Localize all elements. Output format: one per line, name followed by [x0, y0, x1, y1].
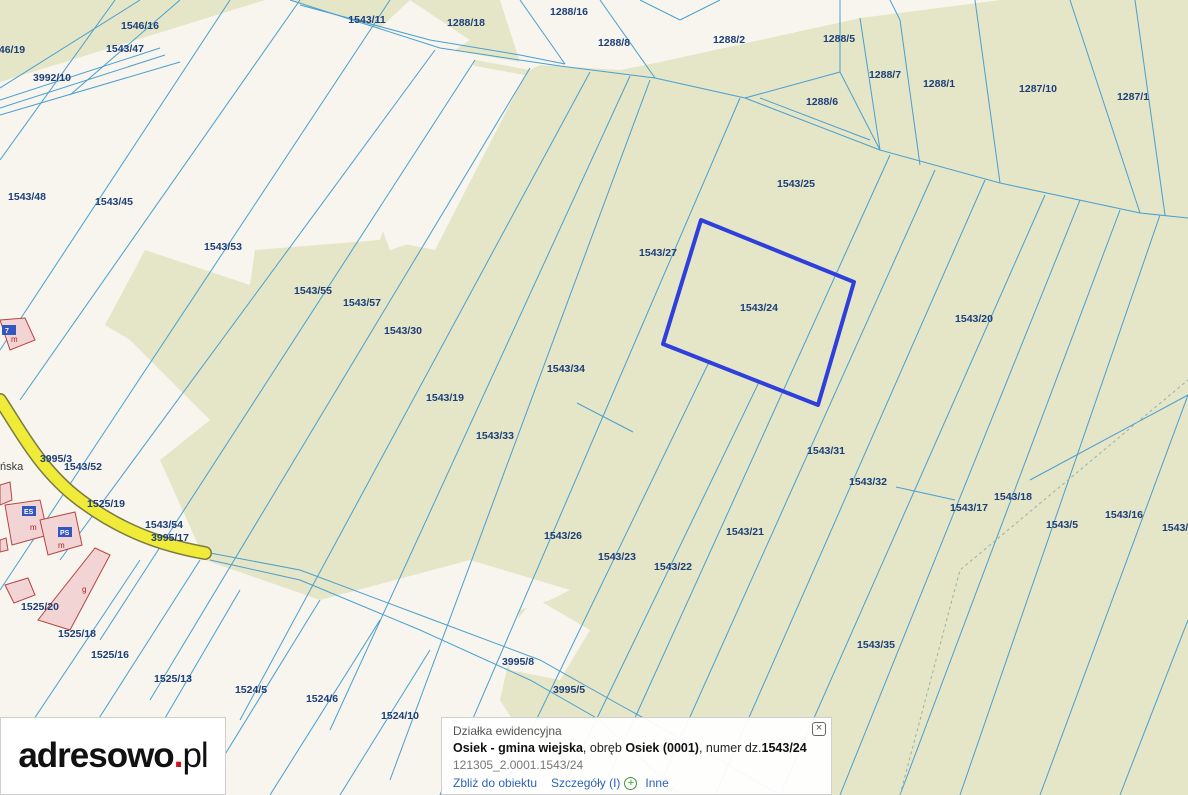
parcel-label: 1543/33	[476, 430, 514, 442]
parcel-label: 1525/16	[91, 649, 129, 661]
parcel-label: 1524/10	[381, 710, 419, 722]
parcel-label: 1525/19	[87, 498, 125, 510]
parcel-label: 1543/30	[384, 325, 422, 337]
parcel-label: 3995/3	[40, 453, 72, 465]
parcel-label: 1288/18	[447, 17, 485, 29]
parcel-label: 1525/18	[58, 628, 96, 640]
parcel-label: 1543/22	[654, 561, 692, 573]
parcel-label: 1543/16	[1105, 509, 1143, 521]
svg-text:ES: ES	[24, 509, 34, 516]
zoom-to-object-link[interactable]: Zbliż do obiektu	[453, 776, 537, 790]
parcel-label: 1543/18	[994, 491, 1032, 503]
selected-parcel-label: 1543/24	[740, 302, 778, 314]
svg-text:m: m	[11, 335, 18, 344]
parcel-label: 1287/10	[1019, 83, 1057, 95]
parcel-label: 1525/20	[21, 601, 59, 613]
close-icon[interactable]: ×	[812, 722, 826, 736]
parcel-label: 1288/2	[713, 34, 745, 46]
parcel-label: 1543/20	[955, 313, 993, 325]
parcel-label: 1543/31	[807, 445, 845, 457]
parcel-label: 1543/26	[544, 530, 582, 542]
parcel-label: 1524/6	[306, 693, 338, 705]
parcel-label: 1543/5	[1046, 519, 1078, 531]
svg-text:PS: PS	[60, 530, 70, 537]
parcel-label: 1543/11	[348, 14, 386, 26]
parcel-label: 1543/25	[777, 178, 815, 190]
parcel-info-popup: × Działka ewidencyjna Osiek - gmina wiej…	[441, 717, 832, 795]
parcel-label: 1543/45	[95, 196, 133, 208]
svg-text:m: m	[30, 523, 37, 532]
parcel-label: 1287/1	[1117, 91, 1149, 103]
street-name-fragment: ńska	[0, 461, 24, 473]
svg-text:m: m	[58, 541, 65, 550]
parcel-label: 1543/21	[726, 526, 764, 538]
parcel-label: 1543/47	[106, 43, 144, 55]
parcel-label: 1543/23	[598, 551, 636, 563]
parcel-label: 1288/6	[806, 96, 838, 108]
parcel-label: 1543/34	[547, 363, 585, 375]
plus-circle-icon[interactable]: +	[624, 776, 638, 790]
svg-text:g: g	[82, 585, 86, 594]
svg-text:7: 7	[5, 328, 9, 335]
parcel-label: 1543/35	[857, 639, 895, 651]
details-link[interactable]: Szczegóły (I)	[551, 776, 620, 790]
logo-text: adresowo.pl	[18, 736, 208, 775]
cadastral-map[interactable]: 7 m ES m PS m g ńska 1543/11 1288/18 128…	[0, 0, 1188, 795]
parcel-label: 1543/53	[204, 241, 242, 253]
parcel-description: Osiek - gmina wiejska, obręb Osiek (0001…	[453, 741, 807, 755]
parcel-label: 1288/5	[823, 33, 855, 45]
popup-links: Zbliż do obiektu Szczegóły (I) + Inne	[453, 776, 820, 790]
parcel-label: 1543/55	[294, 285, 332, 297]
parcel-label: 1543/17	[950, 502, 988, 514]
parcel-label: 3995/5	[553, 684, 585, 696]
parcel-label: 1546/16	[121, 20, 159, 32]
parcel-label: 1543/57	[343, 297, 381, 309]
other-link[interactable]: Inne	[645, 776, 668, 790]
parcel-label: 1525/13	[154, 673, 192, 685]
parcel-label: 1288/8	[598, 37, 630, 49]
parcel-label: 1524/5	[235, 684, 267, 696]
parcel-label: 1288/16	[550, 6, 588, 18]
parcel-label: 1543/27	[639, 247, 677, 259]
parcel-label: 46/19	[0, 44, 25, 56]
parcel-label: 1288/1	[923, 78, 955, 90]
popup-title: Działka ewidencyjna	[453, 724, 562, 738]
parcel-label: 1543/32	[849, 476, 887, 488]
adresowo-logo[interactable]: adresowo.pl	[0, 717, 226, 795]
parcel-label: 3992/10	[33, 72, 71, 84]
parcel-label: 3995/17	[151, 532, 189, 544]
parcel-label: 1543/48	[8, 191, 46, 203]
parcel-label: 1543/6	[1162, 522, 1188, 534]
parcel-label: 1543/54	[145, 519, 183, 531]
parcel-label: 3995/8	[502, 656, 534, 668]
parcel-label: 1288/7	[869, 69, 901, 81]
parcel-label: 1543/19	[426, 392, 464, 404]
parcel-identifier: 121305_2.0001.1543/24	[453, 758, 584, 772]
